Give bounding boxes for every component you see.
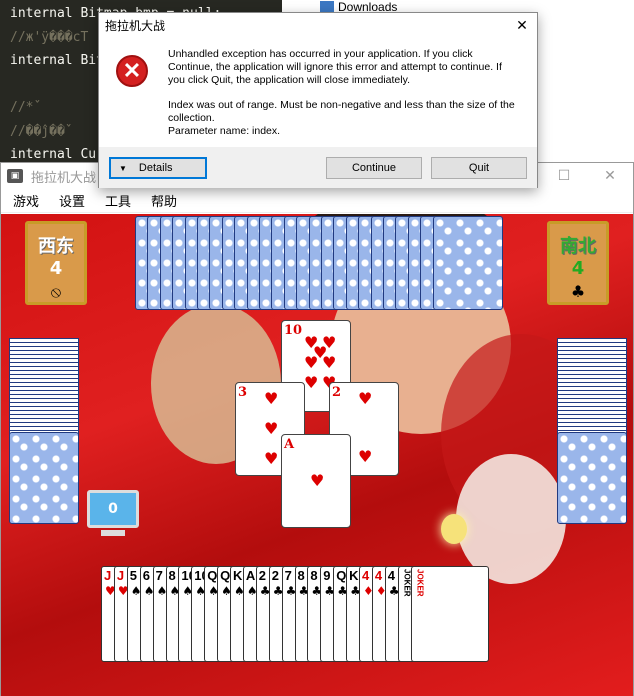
played-card-rank: 3 (238, 385, 248, 400)
club-icon: ♣ (570, 282, 586, 301)
east-count: 4 (571, 258, 585, 279)
menu-help[interactable]: 帮助 (143, 191, 185, 210)
quit-label: Quit (468, 162, 490, 174)
menu-game[interactable]: 游戏 (5, 191, 47, 210)
hand-card-rank: K (349, 568, 359, 583)
dialog-detail-line1: Index was out of range. Must be non-nega… (168, 99, 515, 124)
hand-card-rank: 2 (271, 568, 279, 583)
hand-card-rank: Q (336, 568, 347, 583)
west-team-name: 西东 (38, 236, 74, 257)
heart-pip: ♥ (264, 449, 279, 468)
error-dialog: 拖拉机大战 ✕ ✕ Unhandled exception has occurr… (98, 12, 538, 188)
hand-card-rank: 8 (310, 568, 318, 583)
east-team-name: 南北 (560, 236, 596, 257)
east-placard: 南北 4 ♣ (547, 221, 609, 305)
dialog-detail-line2: Parameter name: index. (168, 125, 281, 137)
hand-card-rank: A (245, 568, 256, 583)
lightbulb-icon[interactable] (441, 514, 467, 544)
dialog-footer: ▼ Details Continue Quit (99, 147, 537, 188)
monitor-icon[interactable]: 0 (87, 490, 139, 528)
hand-card-rank: 4 (362, 568, 370, 583)
monitor-stand (101, 530, 125, 536)
menu-tools[interactable]: 工具 (97, 191, 139, 210)
card-back (432, 216, 503, 310)
continue-button[interactable]: Continue (326, 157, 422, 179)
dialog-close-button[interactable]: ✕ (507, 13, 537, 37)
heart-pip: ♥ (358, 447, 373, 466)
heart-pip: ♥ (310, 471, 325, 490)
heart-pip: ♥ (358, 389, 373, 408)
heart-pip: ♥ (304, 373, 319, 392)
dialog-message: Unhandled exception has occurred in your… (168, 48, 518, 138)
error-icon: ✕ (116, 55, 148, 87)
played-card-rank: 10 (284, 323, 303, 338)
details-button[interactable]: ▼ Details (109, 157, 207, 179)
card-back (9, 432, 79, 524)
dialog-message-text: Unhandled exception has occurred in your… (168, 48, 502, 86)
hand-card-rank: K (233, 568, 243, 583)
played-card-rank: A (284, 437, 295, 452)
game-window: ▣ 拖拉机大战 — ☐ ✕ 游戏 设置 工具 帮助 西东 4 ⦸ 南北 4 ♣ (0, 162, 634, 696)
game-table: 西东 4 ⦸ 南北 4 ♣ 10 ♥ ♥ ♥ ♥ ♥ ♥ ♥ 3 ♥ ♥ ♥ (1, 214, 633, 696)
hand-card-rank: 7 (155, 568, 163, 583)
hand-card-rank: 4 (374, 568, 383, 583)
card-back (557, 432, 627, 524)
hand-card-rank: Q (207, 568, 218, 583)
hand-card-rank: 4 (387, 568, 396, 583)
hand-card[interactable]: JOKER (410, 566, 489, 662)
menu-bar: 游戏 设置 工具 帮助 (1, 189, 633, 213)
sleeve-decoration (456, 454, 566, 584)
chevron-down-icon: ▼ (119, 163, 127, 173)
hand-card-rank: JOKER (415, 569, 425, 597)
hand-card-rank: 9 (323, 568, 331, 583)
hand-card-rank: J (104, 568, 112, 583)
hand-card-rank: 2 (258, 568, 267, 583)
hand-card-rank: 7 (284, 568, 292, 583)
heart-pip: ♥ (313, 343, 328, 362)
close-icon: ✕ (516, 16, 528, 33)
played-card-south: A ♥ (281, 434, 351, 528)
error-icon-glyph: ✕ (122, 58, 142, 83)
menu-settings[interactable]: 设置 (51, 191, 93, 210)
hand-card-rank: Q (220, 568, 231, 583)
details-label: Details (138, 162, 173, 174)
game-title: 拖拉机大战 (31, 170, 97, 186)
heart-pip: ♥ (264, 419, 279, 438)
app-icon: ▣ (7, 169, 23, 183)
close-window-button[interactable]: ✕ (587, 163, 633, 189)
continue-label: Continue (351, 162, 397, 174)
hand-card-rank: 6 (142, 568, 150, 583)
no-trump-icon: ⦸ (50, 282, 62, 301)
west-placard: 西东 4 ⦸ (25, 221, 87, 305)
west-count: 4 (49, 258, 63, 279)
hand-card-rank: 8 (297, 568, 305, 583)
played-card-rank: 2 (332, 385, 342, 400)
hand-card-rank: 5 (129, 568, 138, 583)
dialog-title: 拖拉机大战 (105, 18, 166, 33)
monitor-count: 0 (108, 501, 118, 517)
hand-card-rank: J (116, 568, 125, 583)
quit-button[interactable]: Quit (431, 157, 527, 179)
maximize-button[interactable]: ☐ (541, 163, 587, 189)
hand-card-rank: 8 (168, 568, 176, 583)
heart-pip: ♥ (264, 389, 279, 408)
